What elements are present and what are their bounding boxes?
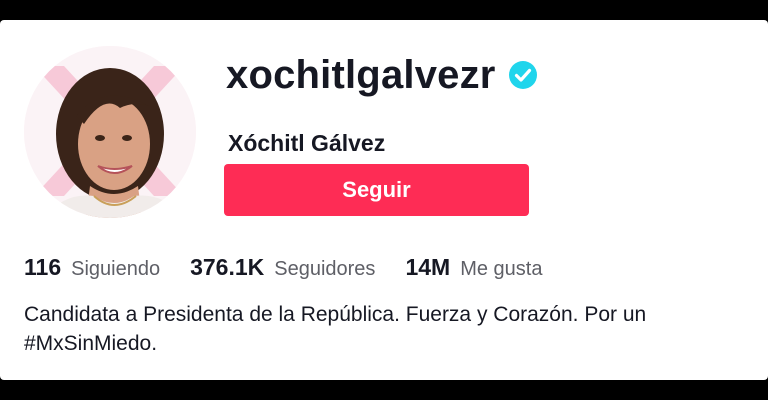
username: xochitlgalvezr	[226, 53, 496, 97]
followers-stat[interactable]: 376.1K Seguidores	[190, 254, 375, 281]
bio-line: Candidata a Presidenta de la República. …	[24, 303, 647, 326]
profile-bio: Candidata a Presidenta de la República. …	[24, 300, 744, 358]
following-label: Siguiendo	[71, 258, 161, 280]
followers-label: Seguidores	[274, 258, 376, 280]
display-name: Xóchitl Gálvez	[228, 130, 386, 156]
profile-stats: 116 Siguiendo 376.1K Seguidores 14M Me g…	[24, 254, 572, 284]
bio-line: #MxSinMiedo.	[24, 332, 158, 355]
username-row: xochitlgalvezr	[226, 50, 538, 100]
follow-button[interactable]: Seguir	[224, 164, 529, 216]
profile-card: xochitlgalvezr Xóchitl Gálvez Seguir 116…	[0, 20, 768, 380]
following-count: 116	[24, 254, 62, 280]
followers-count: 376.1K	[190, 254, 265, 280]
likes-stat: 14M Me gusta	[405, 254, 542, 281]
avatar[interactable]	[24, 46, 196, 218]
verified-badge-icon	[508, 60, 538, 90]
likes-count: 14M	[405, 254, 451, 280]
following-stat[interactable]: 116 Siguiendo	[24, 254, 160, 281]
likes-label: Me gusta	[460, 258, 543, 280]
